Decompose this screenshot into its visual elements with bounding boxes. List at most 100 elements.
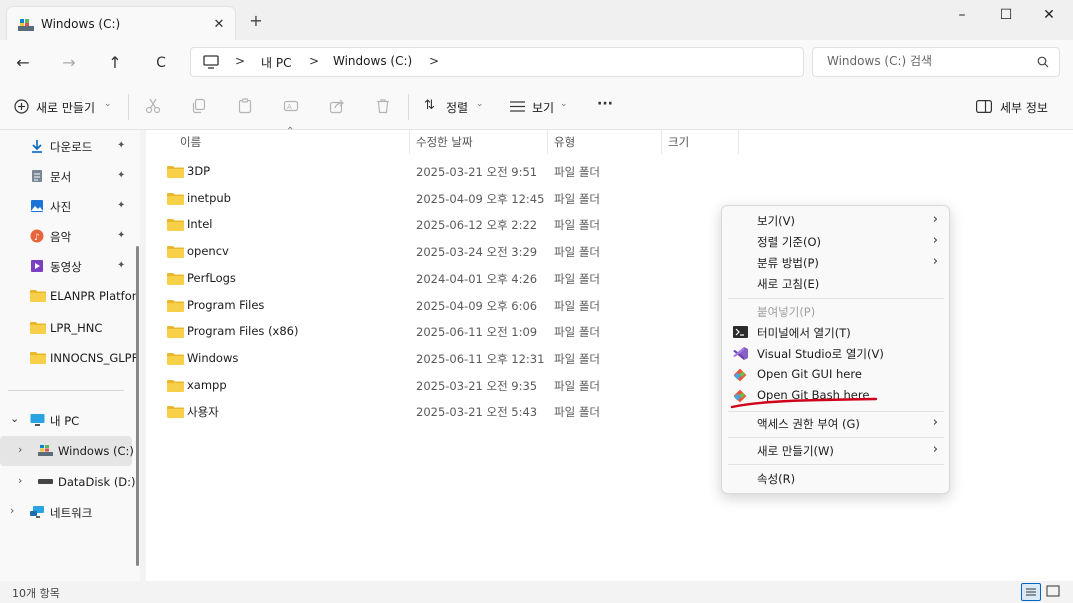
table-row[interactable]: xampp 2025-03-21 오전 9:35 파일 폴더 — [146, 372, 706, 398]
folder-icon — [167, 192, 184, 205]
pin-icon: ✦ — [117, 140, 126, 151]
menu-item-paste[interactable]: 붙여넣기(P) — [728, 301, 944, 322]
delete-icon[interactable] — [375, 98, 393, 116]
menu-item-grant-access[interactable]: 액세스 권한 부여 (G) › — [728, 413, 944, 434]
network-icon — [30, 505, 44, 519]
column-divider[interactable] — [661, 130, 662, 154]
breadcrumb-sep-icon: > — [235, 54, 246, 68]
maximize-button[interactable]: ☐ — [984, 4, 1028, 28]
table-row[interactable]: 사용자 2025-03-21 오전 5:43 파일 폴더 — [146, 398, 706, 424]
sidebar-item-lpr-hnc[interactable]: LPR_HNC — [0, 314, 134, 342]
menu-item-open-visual-studio[interactable]: Visual Studio로 열기(V) — [728, 343, 944, 364]
view-button[interactable]: 보기 ⌄ — [506, 96, 572, 118]
minimize-button[interactable]: – — [940, 4, 984, 28]
address-bar[interactable]: > 내 PC > Windows (C:) > — [190, 47, 804, 77]
folder-icon — [167, 379, 184, 392]
search-icon[interactable] — [1037, 56, 1049, 68]
chevron-right-icon[interactable]: › — [18, 443, 22, 456]
forward-button[interactable]: → — [57, 52, 81, 74]
sidebar-item-innocns[interactable]: INNOCNS_GLPF — [0, 344, 138, 372]
paste-icon[interactable] — [237, 98, 255, 116]
sidebar-item-drive-c[interactable]: › Windows (C:) — [0, 436, 134, 466]
search-input[interactable] — [827, 54, 1027, 68]
menu-item-new[interactable]: 새로 만들기(W) › — [728, 440, 944, 461]
sidebar-item-this-pc[interactable]: ⌄ 내 PC — [0, 406, 134, 434]
context-menu: 보기(V) › 정렬 기준(O) › 분류 방법(P) › 새로 고침(E) 붙… — [721, 205, 950, 494]
sidebar-item-music[interactable]: ♪ 음악 ✦ — [0, 222, 134, 250]
menu-item-label: 분류 방법(P) — [757, 256, 819, 270]
chevron-down-icon: ⌄ — [476, 99, 484, 109]
menu-item-view[interactable]: 보기(V) › — [728, 210, 944, 231]
sidebar-item-elanpr[interactable]: ELANPR Platfor — [0, 282, 137, 310]
rename-icon[interactable]: A — [283, 98, 301, 116]
menu-item-open-terminal[interactable]: 터미널에서 열기(T) — [728, 322, 944, 343]
menu-item-label: 터미널에서 열기(T) — [757, 326, 851, 340]
menu-separator — [728, 437, 944, 438]
column-divider[interactable] — [547, 130, 548, 154]
refresh-button[interactable]: C — [149, 52, 173, 74]
breadcrumb-expand-icon[interactable]: > — [429, 54, 439, 68]
column-divider[interactable] — [409, 130, 410, 154]
more-options-icon[interactable]: ··· — [597, 96, 613, 112]
tiles-view-toggle[interactable] — [1046, 584, 1062, 600]
red-underline-annotation — [730, 396, 878, 410]
new-tab-button[interactable]: + — [246, 12, 266, 32]
chevron-down-icon[interactable]: ⌄ — [10, 412, 19, 425]
sidebar-item-network[interactable]: › 네트워크 — [0, 498, 134, 526]
sort-button[interactable]: ⇅ 정렬 ⌄ — [420, 96, 490, 118]
breadcrumb-this-pc[interactable]: 내 PC — [261, 54, 291, 71]
menu-item-refresh[interactable]: 새로 고침(E) — [728, 273, 944, 294]
share-icon[interactable] — [329, 98, 347, 116]
chevron-right-icon[interactable]: › — [18, 474, 22, 487]
file-type: 파일 폴더 — [554, 191, 600, 206]
chevron-right-icon: › — [932, 233, 938, 248]
menu-item-sort-by[interactable]: 정렬 기준(O) › — [728, 231, 944, 252]
table-row[interactable]: 3DP 2025-03-21 오전 9:51 파일 폴더 — [146, 158, 706, 184]
sidebar-item-documents[interactable]: 문서 ✦ — [0, 162, 134, 190]
breadcrumb-drive-c[interactable]: Windows (C:) — [333, 54, 412, 68]
terminal-icon — [733, 326, 748, 338]
table-row[interactable]: Windows 2025-06-11 오후 12:31 파일 폴더 — [146, 345, 706, 371]
back-button[interactable]: ← — [11, 52, 35, 74]
column-divider[interactable] — [738, 130, 739, 154]
chevron-down-icon: ⌄ — [104, 99, 112, 109]
table-row[interactable]: PerfLogs 2024-04-01 오후 4:26 파일 폴더 — [146, 265, 706, 291]
up-button[interactable]: ↑ — [103, 52, 127, 74]
sidebar-item-pictures[interactable]: 사진 ✦ — [0, 192, 134, 220]
column-header-type[interactable]: 유형 — [554, 134, 575, 150]
table-row[interactable]: Program Files (x86) 2025-06-11 오전 1:09 파일 … — [146, 318, 706, 344]
folder-icon — [30, 289, 46, 303]
folder-icon — [167, 352, 184, 365]
sidebar-item-label: 네트워크 — [50, 506, 93, 520]
table-row[interactable]: opencv 2025-03-24 오전 3:29 파일 폴더 — [146, 238, 706, 264]
details-pane-button[interactable]: 세부 정보 — [974, 96, 1060, 118]
tab-title: Windows (C:) — [41, 17, 121, 31]
search-box[interactable] — [812, 47, 1060, 77]
folder-icon — [167, 165, 184, 178]
tab-windows-c[interactable]: Windows (C:) ✕ — [6, 6, 236, 40]
file-name: Program Files (x86) — [187, 324, 299, 339]
menu-item-git-gui[interactable]: Open Git GUI here — [728, 364, 944, 385]
copy-icon[interactable] — [191, 98, 209, 116]
sidebar-item-drive-d[interactable]: › DataDisk (D:) — [0, 468, 136, 496]
status-bar: 10개 항목 — [0, 581, 1073, 603]
chevron-right-icon[interactable]: › — [10, 504, 14, 517]
sidebar-item-videos[interactable]: 동영상 ✦ — [0, 252, 134, 280]
menu-item-properties[interactable]: 속성(R) — [728, 468, 944, 489]
table-row[interactable]: Program Files 2025-04-09 오후 6:06 파일 폴더 — [146, 292, 706, 318]
column-header-size[interactable]: 크기 — [668, 134, 689, 150]
folder-icon — [167, 218, 184, 232]
new-button[interactable]: 새로 만들기 ⌄ — [12, 96, 116, 118]
file-date: 2025-06-12 오후 2:22 — [416, 218, 538, 233]
table-row[interactable]: Intel 2025-06-12 오후 2:22 파일 폴더 — [146, 211, 706, 237]
column-header-name[interactable]: 이름 — [180, 134, 201, 150]
column-header-date[interactable]: 수정한 날짜 — [416, 134, 473, 150]
details-view-toggle[interactable] — [1021, 583, 1041, 601]
sidebar-scrollbar[interactable] — [136, 246, 139, 566]
table-row[interactable]: inetpub 2025-04-09 오후 12:45 파일 폴더 — [146, 185, 706, 211]
sidebar-item-downloads[interactable]: 다운로드 ✦ — [0, 132, 134, 160]
close-window-button[interactable]: ✕ — [1027, 4, 1071, 28]
cut-icon[interactable] — [145, 98, 163, 116]
menu-item-group-by[interactable]: 분류 방법(P) › — [728, 252, 944, 273]
close-tab-icon[interactable]: ✕ — [209, 15, 229, 35]
